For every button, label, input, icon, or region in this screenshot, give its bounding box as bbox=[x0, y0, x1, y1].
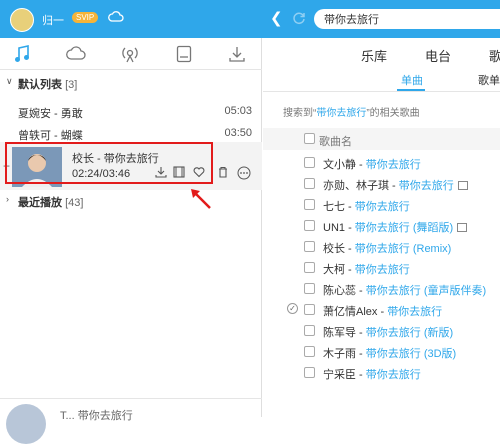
table-row[interactable]: 木子雨 - 带你去旅行 (3D版) bbox=[263, 341, 500, 362]
panel-icon-row bbox=[0, 38, 262, 70]
vip-badge[interactable]: SVIP bbox=[72, 12, 99, 23]
row-checkbox[interactable] bbox=[304, 220, 315, 231]
tab-library[interactable]: 乐库 bbox=[361, 46, 387, 65]
mv-icon[interactable] bbox=[457, 181, 468, 190]
subtab-playlists[interactable]: 歌单 bbox=[478, 72, 500, 88]
search-box[interactable] bbox=[314, 9, 500, 29]
default-list-title: 默认列表 [3] bbox=[18, 79, 78, 91]
title-bar: 归一 SVIP ❮ bbox=[0, 0, 500, 38]
song-name[interactable]: UN1 - 带你去旅行 (舞蹈版) bbox=[323, 219, 468, 235]
table-row[interactable]: ✓ 萧亿情Alex - 带你去旅行 bbox=[263, 299, 500, 320]
row-checkbox[interactable] bbox=[304, 346, 315, 357]
select-all-checkbox[interactable] bbox=[304, 133, 315, 144]
results-header: 歌曲名 bbox=[263, 128, 500, 150]
table-row[interactable]: 陈心蕊 - 带你去旅行 (童声版伴奏) bbox=[263, 278, 500, 299]
chevron-right-icon[interactable]: › bbox=[6, 194, 9, 204]
active-tab-underline bbox=[397, 89, 425, 91]
subtab-songs[interactable]: 单曲 bbox=[401, 72, 423, 88]
song-name[interactable]: 陈心蕊 - 带你去旅行 (童声版伴奏) bbox=[323, 282, 486, 298]
mini-player-text: T... 带你去旅行 bbox=[60, 410, 133, 422]
cloud-sync-icon[interactable] bbox=[108, 10, 124, 25]
chevron-down-icon[interactable]: ∨ bbox=[6, 76, 13, 87]
recent-list-title: 最近播放 [43] bbox=[18, 197, 84, 209]
mini-player[interactable]: T... 带你去旅行 bbox=[0, 398, 262, 444]
more-icon[interactable] bbox=[237, 166, 251, 183]
song-name[interactable]: 木子雨 - 带你去旅行 (3D版) bbox=[323, 345, 456, 361]
row-checkbox[interactable] bbox=[304, 304, 315, 315]
song-name[interactable]: 萧亿情Alex - 带你去旅行 bbox=[323, 303, 442, 319]
table-row[interactable]: 宁采臣 - 带你去旅行 bbox=[263, 362, 500, 383]
row-checkbox[interactable] bbox=[304, 283, 315, 294]
song-name[interactable]: 大柯 - 带你去旅行 bbox=[323, 261, 410, 277]
song-name[interactable]: 陈军导 - 带你去旅行 (新版) bbox=[323, 324, 453, 340]
row-checkbox[interactable] bbox=[304, 241, 315, 252]
mini-player-avatar bbox=[6, 404, 46, 444]
row-checkbox[interactable] bbox=[304, 199, 315, 210]
annotation-arrow bbox=[191, 189, 211, 209]
list-item[interactable]: 曾轶可 - 蝴蝶 03:50 bbox=[0, 122, 262, 144]
delete-icon[interactable] bbox=[217, 166, 229, 181]
song-name[interactable]: 宁采臣 - 带你去旅行 bbox=[323, 366, 421, 382]
table-row[interactable]: 亦勋、林子琪 - 带你去旅行 bbox=[263, 173, 500, 194]
table-row[interactable]: 七七 - 带你去旅行 bbox=[263, 194, 500, 215]
search-input[interactable] bbox=[314, 9, 494, 29]
device-icon[interactable] bbox=[176, 45, 192, 66]
sub-tabs: 单曲 歌单 bbox=[263, 68, 500, 92]
table-row[interactable]: 文小静 - 带你去旅行 bbox=[263, 152, 500, 173]
cloud-icon[interactable] bbox=[66, 45, 86, 64]
col-song-name: 歌曲名 bbox=[319, 136, 352, 148]
row-checkbox[interactable] bbox=[304, 157, 315, 168]
default-list-header[interactable]: ∨ 默认列表 [3] bbox=[0, 72, 262, 94]
tab-more[interactable]: 歌 bbox=[489, 46, 500, 65]
playlist-panel: ∨ 默认列表 [3] 夏婉安 - 勇敢 05:03 曾轶可 - 蝴蝶 03:50… bbox=[0, 38, 262, 444]
back-arrow-icon[interactable]: ❮ bbox=[270, 9, 283, 27]
radio-icon[interactable] bbox=[120, 45, 140, 66]
recent-list-header[interactable]: › 最近播放 [43] bbox=[0, 190, 262, 212]
username[interactable]: 归一 bbox=[42, 12, 64, 28]
table-row[interactable]: 大柯 - 带你去旅行 bbox=[263, 257, 500, 278]
table-row[interactable]: UN1 - 带你去旅行 (舞蹈版) bbox=[263, 215, 500, 236]
song-name[interactable]: 文小静 - 带你去旅行 bbox=[323, 156, 421, 172]
table-row[interactable]: 校长 - 带你去旅行 (Remix) bbox=[263, 236, 500, 257]
download-icon[interactable] bbox=[228, 45, 246, 66]
table-row[interactable]: 陈军导 - 带你去旅行 (新版) bbox=[263, 320, 500, 341]
tab-radio[interactable]: 电台 bbox=[425, 46, 451, 65]
row-checkbox[interactable] bbox=[304, 367, 315, 378]
row-checkbox[interactable] bbox=[304, 262, 315, 273]
refresh-icon[interactable] bbox=[292, 11, 306, 28]
highlight-box bbox=[5, 142, 213, 184]
user-avatar[interactable] bbox=[10, 8, 34, 32]
list-item[interactable]: 夏婉安 - 勇敢 05:03 bbox=[0, 100, 262, 122]
song-name[interactable]: 七七 - 带你去旅行 bbox=[323, 198, 410, 214]
check-circle-icon[interactable]: ✓ bbox=[287, 303, 298, 314]
music-note-icon[interactable] bbox=[14, 45, 30, 66]
song-name[interactable]: 校长 - 带你去旅行 (Remix) bbox=[323, 240, 451, 256]
search-hint: 搜索到“带你去旅行”的相关歌曲 bbox=[283, 108, 420, 119]
main-tabs: 乐库 电台 歌 bbox=[263, 38, 500, 68]
row-checkbox[interactable] bbox=[304, 325, 315, 336]
song-name[interactable]: 亦勋、林子琪 - 带你去旅行 bbox=[323, 177, 468, 193]
search-results-panel: 乐库 电台 歌 单曲 歌单 搜索到“带你去旅行”的相关歌曲 歌曲名 文小静 - … bbox=[263, 38, 500, 417]
row-checkbox[interactable] bbox=[304, 178, 315, 189]
mv-icon[interactable] bbox=[457, 223, 468, 232]
